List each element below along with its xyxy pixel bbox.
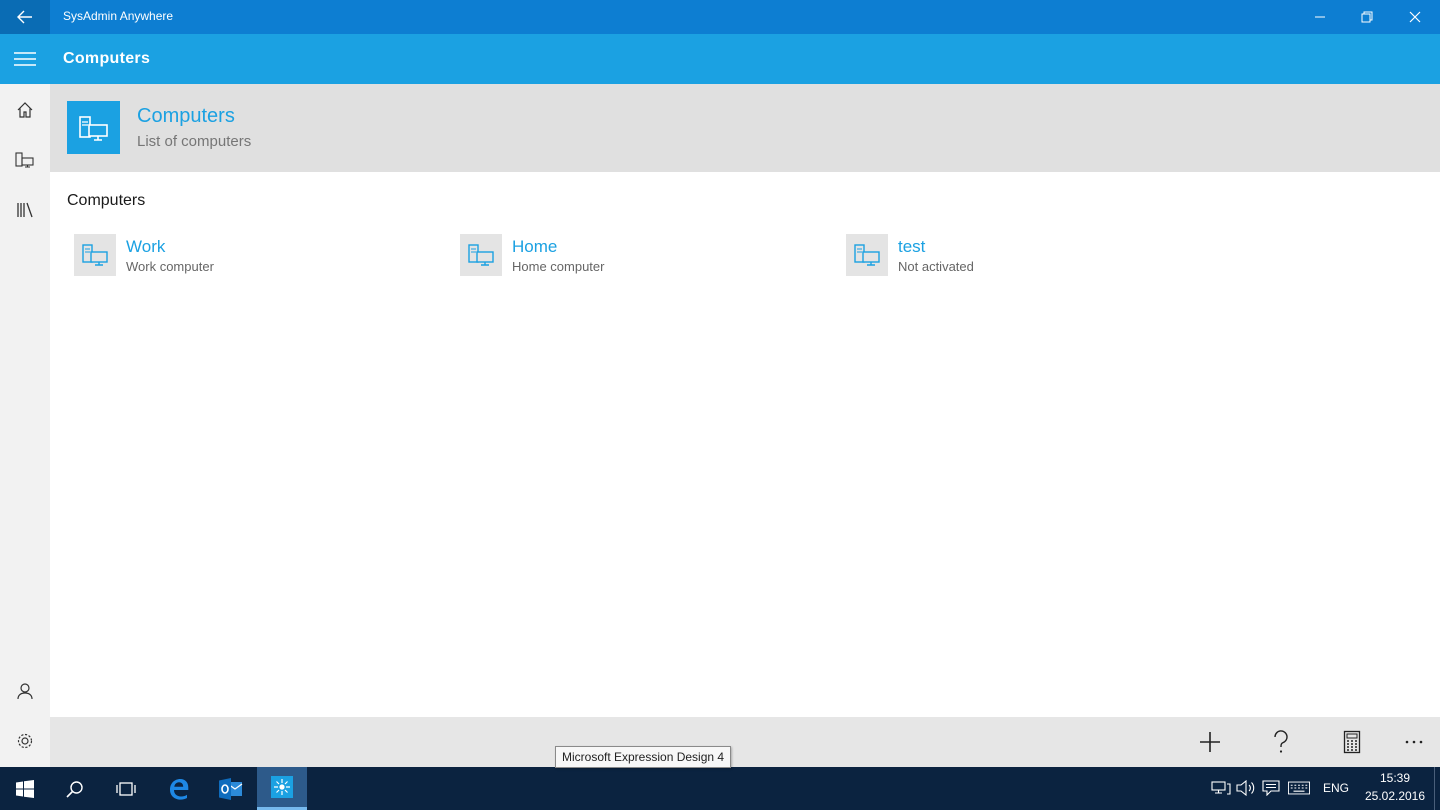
show-desktop-button[interactable] (1434, 767, 1440, 810)
section-heading: Computers (67, 192, 146, 209)
menu-button[interactable] (0, 34, 50, 84)
app-title: SysAdmin Anywhere (63, 9, 174, 23)
outlook-button[interactable] (206, 767, 256, 810)
sysadmin-app-icon (271, 776, 293, 798)
volume-tray-button[interactable] (1235, 777, 1257, 799)
user-icon (17, 683, 33, 700)
nav-computers[interactable] (0, 136, 50, 184)
banner-tile (67, 101, 120, 154)
action-center-button[interactable] (1260, 777, 1282, 799)
network-icon (1211, 781, 1231, 795)
task-view-button[interactable] (101, 767, 151, 810)
more-icon (1405, 740, 1423, 744)
keyboard-icon (1288, 781, 1310, 795)
start-button[interactable] (0, 767, 50, 810)
sysadmin-anywhere-taskbar-button[interactable] (257, 767, 307, 810)
title-bar: SysAdmin Anywhere (0, 0, 1440, 34)
banner-subtitle: List of computers (137, 133, 252, 150)
computer-tile (74, 234, 116, 276)
keyboard-tray-button[interactable] (1288, 777, 1310, 799)
computer-icon (468, 244, 494, 266)
help-icon (1274, 730, 1288, 753)
page-header: Computers (0, 34, 1440, 84)
computer-icon (15, 152, 34, 168)
clock-date[interactable]: 25.02.2016 (1362, 789, 1428, 803)
computer-item-home[interactable]: Home Home computer (460, 234, 790, 276)
computer-tile (460, 234, 502, 276)
close-icon (1409, 11, 1421, 23)
back-button[interactable] (0, 0, 50, 34)
search-button[interactable] (50, 767, 100, 810)
computer-item-work[interactable]: Work Work computer (74, 234, 404, 276)
nav-home[interactable] (0, 86, 50, 134)
minimize-button[interactable] (1297, 0, 1343, 34)
input-language[interactable]: ENG (1323, 781, 1349, 795)
home-icon (17, 102, 33, 118)
computer-icon (78, 115, 108, 141)
page-banner: Computers List of computers (50, 84, 1440, 172)
close-button[interactable] (1392, 0, 1438, 34)
nav-settings[interactable] (0, 717, 50, 765)
nav-account[interactable] (0, 667, 50, 715)
restore-icon (1361, 11, 1373, 23)
computer-icon (854, 244, 880, 266)
minimize-icon (1315, 16, 1325, 18)
computer-tile (846, 234, 888, 276)
volume-icon (1236, 780, 1255, 796)
edge-icon (170, 778, 189, 800)
computer-icon (82, 244, 108, 266)
computer-description: Home computer (512, 259, 605, 274)
page-title: Computers (63, 50, 151, 67)
banner-title: Computers (137, 105, 235, 127)
more-button[interactable] (1394, 722, 1434, 762)
computer-item-test[interactable]: test Not activated (846, 234, 1176, 276)
search-icon (66, 780, 83, 798)
clock-time[interactable]: 15:39 (1366, 771, 1424, 785)
hamburger-icon (14, 52, 36, 66)
back-arrow-icon (17, 10, 32, 24)
gear-icon (17, 733, 33, 749)
library-icon (17, 202, 33, 218)
calculator-button[interactable] (1332, 722, 1372, 762)
task-view-icon (116, 781, 136, 796)
computer-description: Work computer (126, 259, 214, 274)
help-button[interactable] (1261, 722, 1301, 762)
calculator-icon (1343, 730, 1361, 754)
taskbar-tooltip: Microsoft Expression Design 4 (555, 746, 732, 768)
plus-icon (1200, 732, 1220, 752)
windows-logo-icon (16, 779, 34, 798)
outlook-icon (219, 777, 243, 800)
notification-icon (1262, 780, 1280, 796)
computer-name: Work (126, 237, 166, 256)
computer-name: Home (512, 237, 558, 256)
restore-button[interactable] (1344, 0, 1390, 34)
add-button[interactable] (1190, 722, 1230, 762)
edge-button[interactable] (154, 767, 204, 810)
taskbar: ENG 15:39 25.02.2016 (0, 767, 1440, 810)
computer-name: test (898, 237, 926, 256)
computer-description: Not activated (898, 259, 974, 274)
network-tray-button[interactable] (1210, 777, 1232, 799)
nav-library[interactable] (0, 186, 50, 234)
command-bar (50, 717, 1440, 767)
app-window: SysAdmin Anywhere Computers Computers Li… (0, 0, 1440, 810)
nav-rail (0, 84, 50, 767)
